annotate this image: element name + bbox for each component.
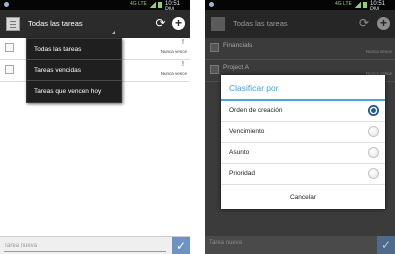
- sort-dialog: Clasificar por Orden de creación Vencimi…: [221, 75, 385, 209]
- action-bar: Todas las tareas ⟳ +: [0, 10, 190, 38]
- task-due: Nunca vence: [160, 71, 187, 76]
- sort-option-label: Vencimiento: [229, 128, 265, 135]
- priority-marker: !: [182, 61, 184, 68]
- task-title: Project A: [223, 64, 250, 71]
- network-label: 4G LTE: [130, 1, 147, 7]
- new-task-input[interactable]: [4, 240, 166, 252]
- network-label: 4G LTE: [335, 1, 352, 7]
- refresh-icon: ⟳: [359, 16, 370, 30]
- list-selector-title[interactable]: Todas las tareas: [28, 19, 83, 28]
- task-checkbox: [210, 65, 219, 74]
- sort-option-label: Orden de creación: [229, 107, 283, 114]
- new-task-bar: ✓: [0, 236, 190, 254]
- dropdown-caret-icon: [112, 31, 115, 34]
- list-filter-dropdown: Todas las tareas Tareas vencidas Tareas …: [26, 38, 122, 103]
- notification-icon: [209, 2, 214, 7]
- signal-icon: [150, 2, 156, 8]
- sort-option-label: Asunto: [229, 149, 250, 156]
- add-task-icon: +: [377, 17, 390, 30]
- task-due: Nunca vence: [160, 49, 187, 54]
- add-task-icon[interactable]: +: [172, 17, 185, 30]
- sort-option-label: Prioridad: [229, 170, 256, 177]
- tasks-screen-dropdown: 4G LTE 10:51 PM Todas las tareas ⟳ + ! N…: [0, 0, 190, 254]
- radio-unselected-icon[interactable]: [368, 147, 379, 158]
- status-bar: 4G LTE 10:51 PM: [0, 0, 190, 13]
- sort-option-priority[interactable]: Prioridad: [221, 164, 385, 185]
- task-row: Financials Nunca vence: [205, 38, 395, 60]
- radio-unselected-icon[interactable]: [368, 168, 379, 179]
- tasks-screen-sort-dialog: 4G LTE 10:51 PM Todas las tareas ⟳ + Fin…: [205, 0, 395, 254]
- status-bar: 4G LTE 10:51 PM: [205, 0, 395, 13]
- signal-icon: [355, 2, 361, 8]
- app-icon: [6, 17, 20, 31]
- dropdown-item-overdue[interactable]: Tareas vencidas: [27, 60, 121, 81]
- dialog-header: Clasificar por: [221, 75, 385, 101]
- radio-unselected-icon[interactable]: [368, 126, 379, 137]
- app-icon: [211, 17, 225, 31]
- battery-icon: [158, 2, 162, 8]
- refresh-icon[interactable]: ⟳: [154, 17, 167, 30]
- list-selector-title: Todas las tareas: [233, 19, 288, 28]
- task-title: Financials: [223, 42, 253, 49]
- task-due: Nunca vence: [365, 49, 392, 54]
- task-checkbox[interactable]: [5, 43, 14, 52]
- radio-selected-icon[interactable]: [368, 105, 379, 116]
- add-task-confirm-button: ✓: [377, 236, 395, 254]
- cancel-button[interactable]: Cancelar: [221, 187, 385, 209]
- sort-option-subject[interactable]: Asunto: [221, 143, 385, 164]
- new-task-bar: Tarea nueva ✓: [205, 236, 395, 254]
- task-checkbox[interactable]: [5, 65, 14, 74]
- notification-icon: [4, 2, 9, 7]
- add-task-confirm-button[interactable]: ✓: [172, 237, 190, 254]
- task-checkbox: [210, 43, 219, 52]
- priority-marker: !: [182, 39, 184, 46]
- dropdown-item-all-tasks[interactable]: Todas las tareas: [27, 39, 121, 60]
- dropdown-item-due-today[interactable]: Tareas que vencen hoy: [27, 81, 121, 102]
- dialog-title: Clasificar por: [229, 83, 279, 93]
- new-task-placeholder: Tarea nueva: [209, 240, 243, 246]
- sort-option-creation-order[interactable]: Orden de creación: [221, 101, 385, 122]
- battery-icon: [363, 2, 367, 8]
- sort-option-due-date[interactable]: Vencimiento: [221, 122, 385, 143]
